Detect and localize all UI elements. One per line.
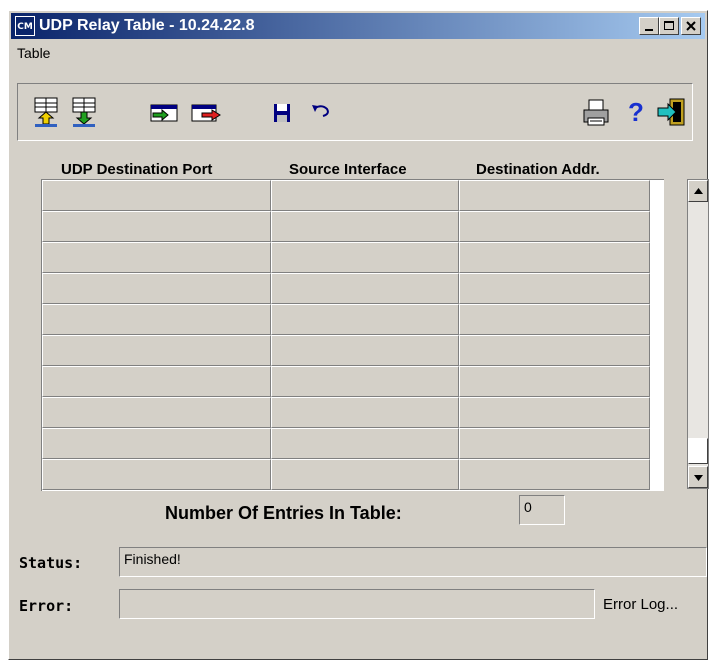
download-table-button[interactable] xyxy=(32,96,64,128)
table-cell[interactable] xyxy=(42,304,271,335)
table-cell[interactable] xyxy=(271,242,459,273)
table-row[interactable] xyxy=(42,242,664,273)
table-cell[interactable] xyxy=(271,211,459,242)
table-cell[interactable] xyxy=(459,459,650,490)
toolbar: ? xyxy=(17,83,693,141)
undo-icon xyxy=(312,105,329,117)
table-cell[interactable] xyxy=(42,242,271,273)
maximize-button[interactable] xyxy=(659,17,679,35)
minimize-icon xyxy=(645,29,653,31)
scroll-down-button[interactable] xyxy=(688,466,708,488)
table-cell[interactable] xyxy=(459,304,650,335)
delete-row-icon xyxy=(191,104,221,122)
table-cell[interactable] xyxy=(271,273,459,304)
table-cell[interactable] xyxy=(271,459,459,490)
table-cell[interactable] xyxy=(271,304,459,335)
print-button[interactable] xyxy=(580,96,612,128)
scroll-thumb[interactable] xyxy=(688,438,708,464)
table-cell[interactable] xyxy=(42,397,271,428)
table-cell[interactable] xyxy=(459,366,650,397)
table-cell[interactable] xyxy=(271,366,459,397)
download-table-icon xyxy=(34,97,58,127)
upload-table-button[interactable] xyxy=(70,96,102,128)
table-cell[interactable] xyxy=(459,242,650,273)
minimize-button[interactable] xyxy=(639,17,659,35)
table-cell[interactable] xyxy=(42,180,271,211)
table-row[interactable] xyxy=(42,180,664,211)
arrow-down-icon xyxy=(694,475,703,481)
table-cell[interactable] xyxy=(271,180,459,211)
table-cell[interactable] xyxy=(42,428,271,459)
save-icon xyxy=(274,104,290,122)
app-icon: CM xyxy=(15,16,35,36)
status-field: Finished! xyxy=(119,547,707,577)
table-row[interactable] xyxy=(42,211,664,242)
scroll-up-button[interactable] xyxy=(688,180,708,202)
exit-button[interactable] xyxy=(656,96,688,128)
menu-bar: Table xyxy=(11,41,705,67)
table-cell[interactable] xyxy=(42,211,271,242)
entries-label: Number Of Entries In Table: xyxy=(165,503,402,523)
table-cell[interactable] xyxy=(271,397,459,428)
save-button[interactable] xyxy=(266,96,298,128)
delete-row-button[interactable] xyxy=(190,96,222,128)
insert-row-button[interactable] xyxy=(148,96,180,128)
table-cell[interactable] xyxy=(271,428,459,459)
error-label: Error: xyxy=(19,597,74,615)
vertical-scrollbar[interactable] xyxy=(687,179,709,489)
table-row[interactable] xyxy=(42,304,664,335)
table-cell[interactable] xyxy=(42,335,271,366)
table-cell[interactable] xyxy=(459,428,650,459)
status-label: Status: xyxy=(19,554,83,572)
table-row[interactable] xyxy=(42,335,664,366)
table-cell[interactable] xyxy=(459,397,650,428)
svg-text:?: ? xyxy=(628,97,644,127)
table-cell[interactable] xyxy=(459,180,650,211)
table-row[interactable] xyxy=(42,459,664,490)
table-cell[interactable] xyxy=(459,335,650,366)
menu-table[interactable]: Table xyxy=(17,45,50,61)
relay-table xyxy=(41,179,664,491)
table-row[interactable] xyxy=(42,428,664,459)
column-header[interactable]: Source Interface xyxy=(289,161,407,178)
table-cell[interactable] xyxy=(42,273,271,304)
exit-icon xyxy=(657,98,685,126)
insert-row-icon xyxy=(150,104,178,122)
error-log-button[interactable]: Error Log... xyxy=(603,596,678,613)
column-header[interactable]: Destination Addr. xyxy=(476,161,600,178)
udp-relay-window: CM UDP Relay Table - 10.24.22.8 Table ? … xyxy=(8,10,709,660)
help-icon: ? xyxy=(628,97,644,127)
maximize-icon xyxy=(664,21,674,30)
window-title: UDP Relay Table - 10.24.22.8 xyxy=(39,17,255,34)
entries-count-field: 0 xyxy=(519,495,565,525)
arrow-up-icon xyxy=(694,188,703,194)
upload-table-icon xyxy=(72,97,96,127)
table-row[interactable] xyxy=(42,397,664,428)
close-button[interactable] xyxy=(681,17,701,35)
error-field xyxy=(119,589,595,619)
table-row[interactable] xyxy=(42,273,664,304)
table-cell[interactable] xyxy=(42,366,271,397)
table-cell[interactable] xyxy=(42,459,271,490)
help-button[interactable]: ? xyxy=(618,96,650,128)
print-icon xyxy=(583,99,609,126)
table-cell[interactable] xyxy=(459,273,650,304)
table-row[interactable] xyxy=(42,366,664,397)
title-bar[interactable]: CM UDP Relay Table - 10.24.22.8 xyxy=(11,13,705,39)
column-header[interactable]: UDP Destination Port xyxy=(61,161,212,178)
table-cell[interactable] xyxy=(271,335,459,366)
undo-button[interactable] xyxy=(306,96,338,128)
close-icon xyxy=(686,21,696,31)
table-cell[interactable] xyxy=(459,211,650,242)
